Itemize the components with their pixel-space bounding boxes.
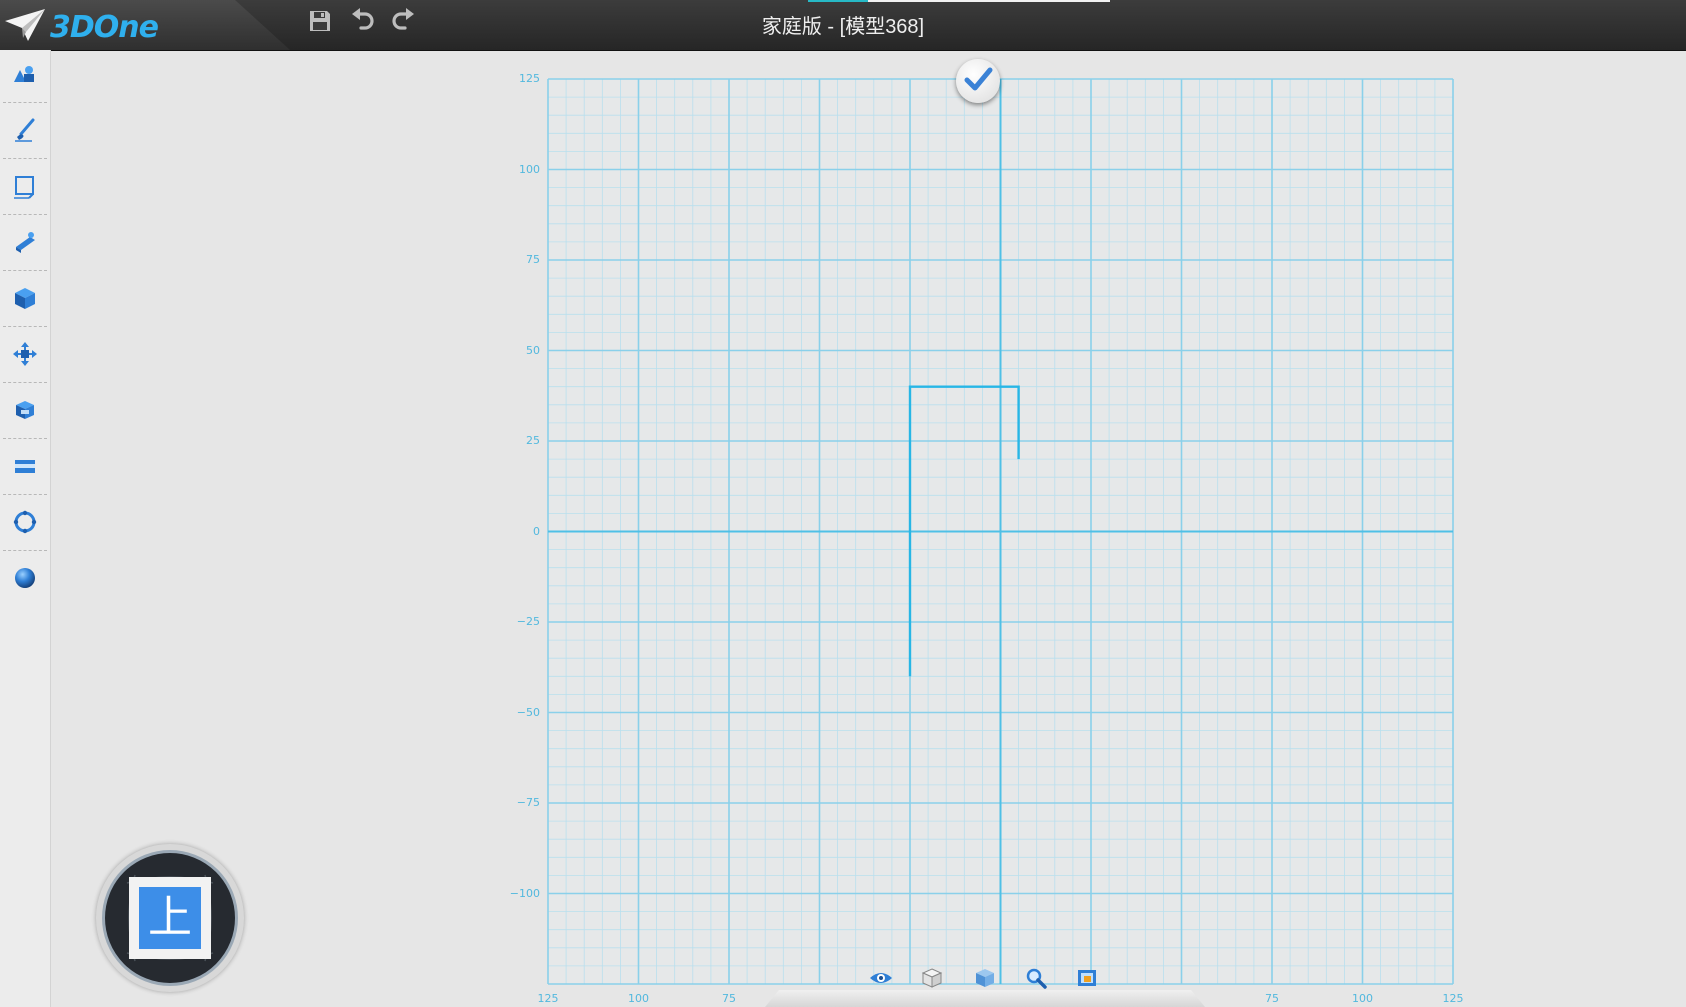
y-tick-label: 0: [533, 524, 540, 538]
checkmark-icon: [963, 64, 993, 99]
y-tick-label: −75: [516, 796, 540, 809]
view-cube-face[interactable]: 上: [129, 877, 211, 959]
x-tick-label: 125: [1442, 992, 1464, 1005]
x-tick-label: 125: [537, 992, 559, 1005]
y-tick-label: −100: [509, 886, 540, 900]
x-tick-label: 100: [628, 992, 649, 1005]
x-tick-label: 75: [722, 992, 736, 1005]
frame-view-icon: [1076, 967, 1098, 994]
eye-icon: [869, 970, 893, 991]
confirm-sketch-button[interactable]: [956, 59, 1000, 103]
shaded-cube-icon: [974, 967, 996, 994]
wireframe-cube-icon: [921, 967, 943, 994]
x-tick-label: 75: [1265, 992, 1279, 1005]
view-cube-face-label: 上: [139, 887, 201, 949]
y-tick-label: 75: [526, 253, 540, 266]
view-visibility-button[interactable]: [866, 967, 896, 993]
view-cube[interactable]: 上: [96, 844, 244, 992]
view-frame-button[interactable]: [1072, 967, 1102, 993]
view-zoom-button[interactable]: [1021, 967, 1051, 993]
y-tick-label: 100: [519, 162, 540, 176]
view-cube-ring: 上: [102, 850, 238, 986]
sketch-grid[interactable]: [0, 0, 1686, 1007]
y-tick-label: −25: [516, 615, 540, 628]
y-tick-label: 125: [519, 72, 540, 85]
x-tick-label: 100: [1352, 992, 1373, 1005]
y-tick-label: −50: [516, 705, 540, 719]
view-shaded-button[interactable]: [970, 967, 1000, 993]
y-tick-label: 25: [526, 434, 540, 447]
y-tick-label: 50: [526, 343, 540, 357]
zoom-icon: [1025, 967, 1047, 994]
view-wireframe-button[interactable]: [917, 967, 947, 993]
